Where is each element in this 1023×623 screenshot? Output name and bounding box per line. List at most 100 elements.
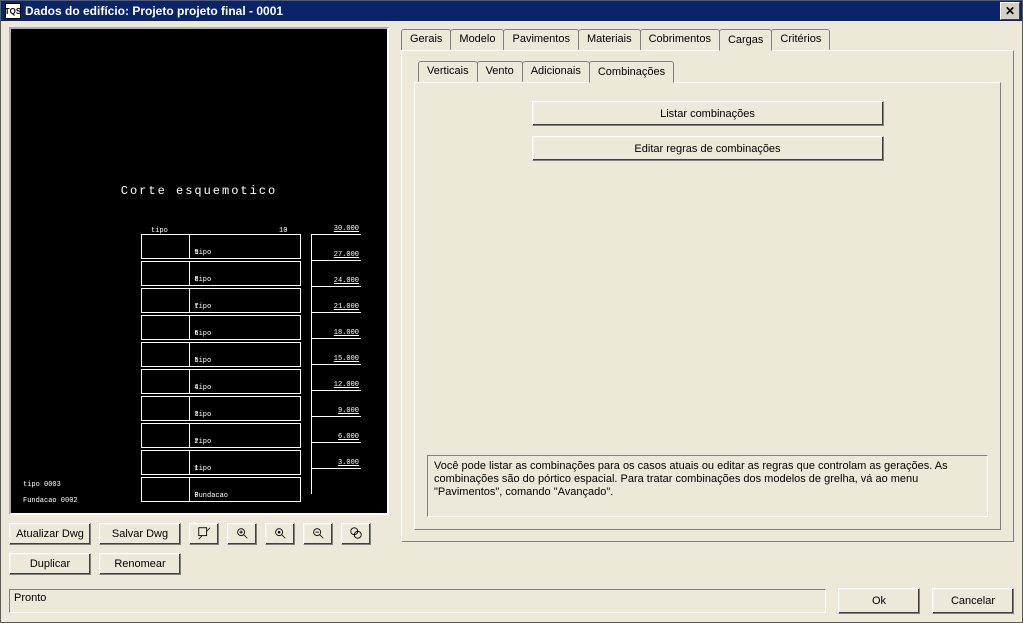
drawing-floor-number: 6 (194, 330, 296, 338)
drawing-floor-cell-right: tipo3 (190, 397, 300, 420)
dialog-footer: Pronto Ok Cancelar (9, 588, 1014, 614)
tab-cargas[interactable]: Cargas (719, 29, 772, 51)
drawing-floor-cell-left (142, 397, 190, 420)
subtab-adicionais[interactable]: Adicionais (522, 61, 590, 82)
pan-icon (349, 526, 363, 543)
description-box: Você pode listar as combinações para os … (427, 455, 988, 517)
tab-cobrimentos[interactable]: Cobrimentos (640, 29, 720, 50)
zoom-extents-button[interactable] (265, 523, 295, 545)
inner-tab-body: Listar combinações Editar regras de comb… (414, 82, 1001, 530)
drawing-floor-cell-left (142, 343, 190, 366)
drawing-floor-number: 3 (194, 411, 296, 419)
drawing-scale-value: 18.000 (334, 329, 359, 337)
drawing-floor-cell-right: tipo6 (190, 316, 300, 339)
drawing-floor-number: 9 (194, 249, 296, 257)
duplicar-button[interactable]: Duplicar (9, 553, 91, 575)
client-area: Corte esquemotico tipo 10 tipo9tipo8tipo… (1, 21, 1022, 622)
drawing-floor-row: tipo3 (141, 396, 301, 421)
status-bar: Pronto (9, 589, 826, 613)
drawing-scale-value: 9.000 (338, 407, 359, 415)
drawing-floor-row: tipo6 (141, 315, 301, 340)
drawing-floor-cell-right: tipo8 (190, 262, 300, 285)
inner-tab-bar: VerticaisVentoAdicionaisCombinações (418, 61, 1001, 82)
drawing-floor-cell-right: tipo1 (190, 451, 300, 474)
drawing-floor-cell-left (142, 262, 190, 285)
tab-modelo[interactable]: Modelo (450, 29, 504, 50)
drawing-floor-row: Fundacao0 (141, 477, 301, 502)
zoom-window-icon (197, 526, 211, 543)
drawing-scale-value: 3.000 (338, 459, 359, 467)
zoom-window-button[interactable] (189, 523, 219, 545)
tab-gerais[interactable]: Gerais (401, 29, 451, 50)
zoom-in-icon (235, 526, 249, 543)
subtab-combinações[interactable]: Combinações (589, 61, 674, 83)
drawing-floor-cell-left (142, 235, 190, 258)
main-tab-bar: GeraisModeloPavimentosMateriaisCobriment… (401, 29, 1014, 50)
salvar-dwg-button[interactable]: Salvar Dwg (99, 523, 181, 545)
upper-area: Corte esquemotico tipo 10 tipo9tipo8tipo… (9, 27, 1014, 575)
drawing-scale-tick: 3.000 (311, 468, 361, 494)
drawing-floor-row: tipo9 (141, 234, 301, 259)
drawing-floor-cell-right: tipo5 (190, 343, 300, 366)
drawing-floor-number: 2 (194, 438, 296, 446)
editar-regras-button[interactable]: Editar regras de combinações (532, 136, 884, 161)
main-tab-body: VerticaisVentoAdicionaisCombinações List… (401, 50, 1014, 542)
left-panel: Corte esquemotico tipo 10 tipo9tipo8tipo… (9, 27, 389, 575)
drawing-scale-value: 6.000 (338, 433, 359, 441)
drawing-scale-value: 12.000 (334, 381, 359, 389)
preview-tools-row2: Duplicar Renomear (9, 553, 389, 575)
tab-critérios[interactable]: Critérios (771, 29, 830, 50)
window-title: Dados do edifício: Projeto projeto final… (25, 4, 1000, 18)
drawing-footer-line1: tipo 0003 (23, 481, 61, 489)
drawing-floor-cell-left (142, 316, 190, 339)
zoom-out-button[interactable] (303, 523, 333, 545)
drawing-floor-cell-right: tipo9 (190, 235, 300, 258)
drawing-floor-cell-left (142, 289, 190, 312)
dialog-window: TQS Dados do edifício: Projeto projeto f… (0, 0, 1023, 623)
close-button[interactable]: ✕ (1000, 2, 1020, 20)
tab-pavimentos[interactable]: Pavimentos (503, 29, 578, 50)
subtab-vento[interactable]: Vento (477, 61, 523, 82)
ok-button[interactable]: Ok (838, 588, 920, 614)
drawing-floor-row: tipo5 (141, 342, 301, 367)
app-icon: TQS (5, 3, 21, 19)
drawing-floor-number: 8 (194, 276, 296, 284)
drawing-floor-cell-right: tipo7 (190, 289, 300, 312)
drawing-floor-number: 5 (194, 357, 296, 365)
atualizar-dwg-button[interactable]: Atualizar Dwg (9, 523, 91, 545)
drawing-floor-grid: tipo9 tipo8 tipo7 tipo6 tipo5 tipo4 tipo3 tipo2… (141, 234, 301, 504)
listar-combinacoes-button[interactable]: Listar combinações (532, 101, 884, 126)
drawing-footer-line2: Fundacao 0002 (23, 497, 78, 505)
drawing-floor-row: tipo8 (141, 261, 301, 286)
subtab-verticais[interactable]: Verticais (418, 61, 478, 82)
drawing-floor-cell-left (142, 424, 190, 447)
zoom-in-button[interactable] (227, 523, 257, 545)
drawing-floor-number: 7 (194, 303, 296, 311)
drawing-scale-value: 24.000 (334, 277, 359, 285)
drawing-floor-number: 1 (194, 465, 296, 473)
preview-tools-row1: Atualizar Dwg Salvar Dwg (9, 523, 389, 545)
drawing-floor-number: 0 (194, 492, 296, 500)
drawing-scale-value: 15.000 (334, 355, 359, 363)
drawing-scale: 30.00027.00024.00021.00018.00015.00012.0… (311, 234, 361, 494)
drawing-floor-cell-right: tipo2 (190, 424, 300, 447)
drawing-floor-row: tipo7 (141, 288, 301, 313)
drawing-scale-value: 30.000 (334, 225, 359, 233)
drawing-preview: Corte esquemotico tipo 10 tipo9tipo8tipo… (9, 27, 389, 515)
drawing-floor-row: tipo2 (141, 423, 301, 448)
drawing-floor-row: tipo4 (141, 369, 301, 394)
drawing-floor-cell-right: tipo4 (190, 370, 300, 393)
renomear-button[interactable]: Renomear (99, 553, 181, 575)
drawing-scale-value: 27.000 (334, 251, 359, 259)
cancel-button[interactable]: Cancelar (932, 588, 1014, 614)
tab-materiais[interactable]: Materiais (578, 29, 641, 50)
drawing-floor-number: 4 (194, 384, 296, 392)
drawing-floor-cell-left (142, 370, 190, 393)
pan-button[interactable] (341, 523, 371, 545)
title-bar: TQS Dados do edifício: Projeto projeto f… (1, 1, 1022, 21)
zoom-extents-icon (273, 526, 287, 543)
drawing-scale-value: 21.000 (334, 303, 359, 311)
drawing-floor-cell-left (142, 478, 190, 501)
drawing-floor-cell-left (142, 451, 190, 474)
right-panel: GeraisModeloPavimentosMateriaisCobriment… (401, 27, 1014, 575)
